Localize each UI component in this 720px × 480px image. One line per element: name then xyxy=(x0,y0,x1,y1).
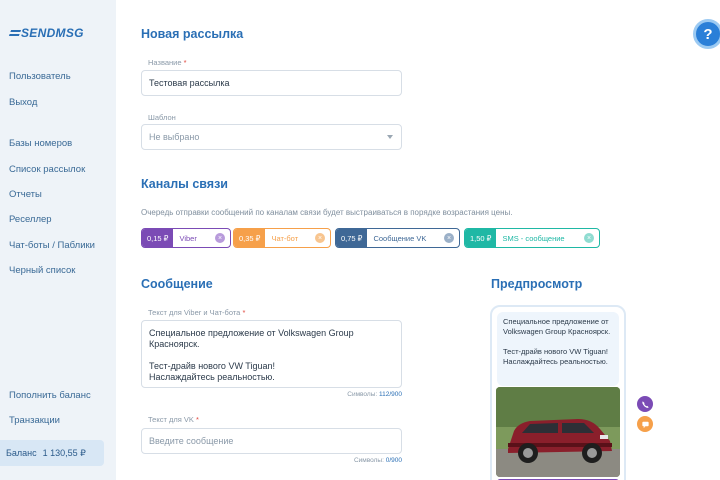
message-title: Сообщение xyxy=(141,277,213,291)
vk-input-placeholder: Введите сообщение xyxy=(149,436,234,446)
channels-hint: Очередь отправки сообщений по каналам св… xyxy=(141,208,513,217)
channel-name: Viber xyxy=(179,233,197,243)
sidebar-item-top-up[interactable]: Пополнить баланс xyxy=(9,390,91,401)
remove-icon[interactable]: × xyxy=(215,233,225,243)
channel-name: SMS - сообщение xyxy=(502,233,565,243)
main-content: Новая рассылка Название * Тестовая рассы… xyxy=(116,0,720,480)
car-image xyxy=(496,387,620,477)
preview-phone: Специальное предложение от Volkswagen Gr… xyxy=(490,305,626,480)
sidebar-item-reseller[interactable]: Реселлер xyxy=(9,214,52,225)
name-label: Название * xyxy=(148,58,187,67)
sidebar-item-mailing-list[interactable]: Список рассылок xyxy=(9,164,85,175)
vk-text-label: Текст для VK * xyxy=(148,415,199,424)
remove-icon[interactable]: × xyxy=(444,233,454,243)
channel-name: Чат-бот xyxy=(271,233,299,243)
channel-chip-viber[interactable]: 0,15 ₽ Viber × xyxy=(141,228,231,248)
vk-char-counter: Символы: 0/900 xyxy=(353,457,402,464)
channel-name: Сообщение VK xyxy=(373,233,427,243)
channel-price: 1,50 ₽ xyxy=(465,229,497,247)
preview-line: Тест-драйв нового VW Tiguan! xyxy=(503,347,608,356)
remove-icon[interactable]: × xyxy=(584,233,594,243)
vk-text-input[interactable]: Введите сообщение xyxy=(141,428,402,454)
preview-line: Специальное предложение от xyxy=(503,317,609,326)
sidebar-item-transactions[interactable]: Транзакции xyxy=(9,415,60,426)
viber-text-textarea[interactable]: Специальное предложение от Volkswagen Gr… xyxy=(141,320,402,388)
message-line: Наслаждайтесь реальностью. xyxy=(149,372,275,382)
balance-label: Баланс xyxy=(6,448,37,458)
sidebar-item-number-bases[interactable]: Базы номеров xyxy=(9,138,72,149)
channel-price: 0,15 ₽ xyxy=(142,229,174,247)
name-input-value: Тестовая рассылка xyxy=(149,78,230,88)
channel-chip-vk[interactable]: 0,75 ₽ Сообщение VK × xyxy=(335,228,460,248)
viber-char-counter: Символы: 112/900 xyxy=(347,391,402,398)
sidebar-item-reports[interactable]: Отчеты xyxy=(9,189,42,200)
template-label: Шаблон xyxy=(148,113,176,122)
preview-message-bubble: Специальное предложение от Volkswagen Gr… xyxy=(497,312,619,386)
balance-badge[interactable]: Баланс 1 130,55 ₽ xyxy=(0,440,104,466)
viber-text-label: Текст для Viber и Чат-бота * xyxy=(148,308,246,317)
preview-image xyxy=(496,387,620,477)
sidebar-item-logout[interactable]: Выход xyxy=(9,97,37,108)
preview-line: Наслаждайтесь реальностью. xyxy=(503,357,608,366)
message-line: Красноярск. xyxy=(149,339,200,349)
help-icon: ? xyxy=(703,25,713,43)
balance-value: 1 130,55 ₽ xyxy=(42,447,86,458)
preview-title: Предпросмотр xyxy=(491,277,583,291)
preview-line: Volkswagen Group Красноярск. xyxy=(503,327,611,336)
message-line: Тест-драйв нового VW Tiguan! xyxy=(149,361,275,371)
sidebar: SENDMSG Пользователь Выход Базы номеров … xyxy=(0,0,116,480)
remove-icon[interactable]: × xyxy=(315,233,325,243)
name-input[interactable]: Тестовая рассылка xyxy=(141,70,402,96)
sidebar-item-blacklist[interactable]: Черный список xyxy=(9,265,75,276)
logo[interactable]: SENDMSG xyxy=(8,26,84,40)
logo-text: SENDMSG xyxy=(21,26,84,40)
message-line: Специальное предложение от Volkswagen Gr… xyxy=(149,328,354,338)
channel-chip-chatbot[interactable]: 0,35 ₽ Чат-бот × xyxy=(233,228,331,248)
channel-chip-sms[interactable]: 1,50 ₽ SMS - сообщение × xyxy=(464,228,600,248)
channels-title: Каналы связи xyxy=(141,177,228,191)
sidebar-item-user[interactable]: Пользователь xyxy=(9,71,71,82)
template-select[interactable]: Не выбрано xyxy=(141,124,402,150)
page-title: Новая рассылка xyxy=(141,27,244,41)
template-select-value: Не выбрано xyxy=(149,132,200,142)
viber-icon[interactable] xyxy=(637,396,653,412)
logo-icon xyxy=(8,30,22,36)
chatbot-icon[interactable] xyxy=(637,416,653,432)
channel-price: 0,35 ₽ xyxy=(234,229,266,247)
sidebar-item-chatbots[interactable]: Чат-боты / Паблики xyxy=(9,240,95,251)
help-button[interactable]: ? xyxy=(693,19,720,49)
channel-price: 0,75 ₽ xyxy=(336,229,368,247)
chevron-down-icon xyxy=(387,135,393,139)
